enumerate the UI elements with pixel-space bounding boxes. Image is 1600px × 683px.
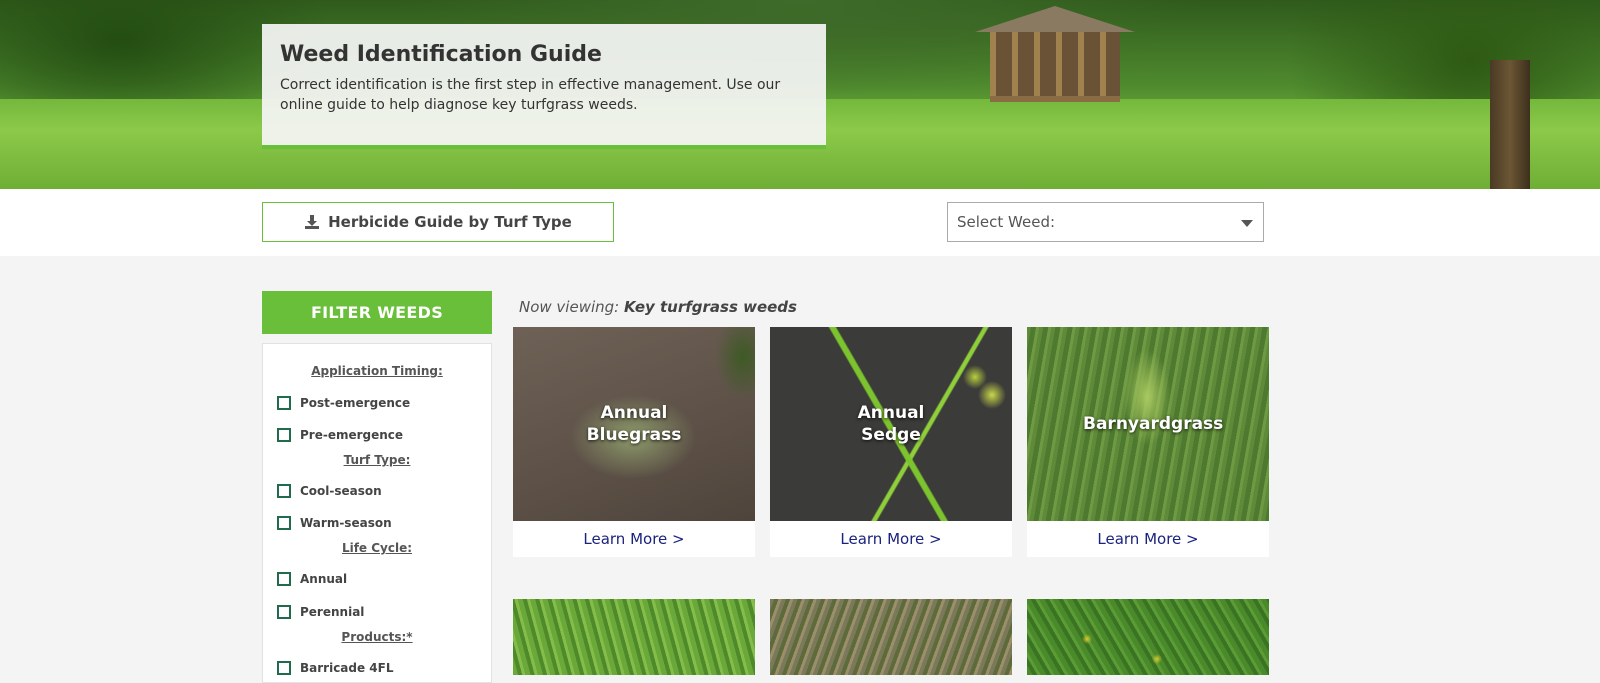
filter-option-warm-season[interactable]: Warm-season	[277, 516, 392, 530]
learn-more-link[interactable]: Learn More >	[513, 521, 755, 557]
weed-card[interactable]	[1027, 599, 1269, 675]
now-viewing-value: Key turfgrass weeds	[624, 298, 797, 316]
now-viewing-prefix: Now viewing:	[519, 298, 620, 316]
weed-card-annual-bluegrass[interactable]: Annual Bluegrass Learn More >	[513, 327, 755, 557]
select-weed-dropdown[interactable]: Select Weed:	[947, 202, 1264, 242]
weed-name: Annual Bluegrass	[586, 403, 682, 445]
page-title: Weed Identification Guide	[280, 42, 602, 67]
checkbox[interactable]	[277, 428, 291, 442]
download-icon	[305, 215, 320, 229]
chevron-down-icon	[1241, 220, 1253, 227]
weed-image[interactable]: Barnyardgrass	[1027, 327, 1269, 521]
filter-option-label: Annual	[300, 572, 348, 586]
weed-image[interactable]	[513, 599, 755, 675]
checkbox[interactable]	[277, 661, 291, 675]
filter-heading-life-cycle: Life Cycle:	[341, 541, 413, 555]
filter-option-label: Pre-emergence	[300, 428, 404, 442]
filter-option-annual[interactable]: Annual	[277, 572, 347, 586]
checkbox[interactable]	[277, 605, 291, 619]
learn-more-link[interactable]: Learn More >	[770, 521, 1012, 557]
filter-panel: Application Timing: Post-emergence Pre-e…	[262, 343, 492, 683]
hero-gazebo	[975, 6, 1135, 102]
filter-heading-application-timing: Application Timing:	[311, 364, 443, 378]
herbicide-guide-button[interactable]: Herbicide Guide by Turf Type	[262, 202, 614, 242]
hero-card: Weed Identification Guide Correct identi…	[262, 24, 826, 149]
filter-option-pre-emergence[interactable]: Pre-emergence	[277, 428, 403, 442]
weed-card-barnyardgrass[interactable]: Barnyardgrass Learn More >	[1027, 327, 1269, 557]
hero-banner: Weed Identification Guide Correct identi…	[0, 0, 1600, 189]
weed-image[interactable]	[1027, 599, 1269, 675]
checkbox[interactable]	[277, 484, 291, 498]
filter-option-label: Cool-season	[300, 484, 382, 498]
filter-option-post-emergence[interactable]: Post-emergence	[277, 396, 410, 410]
weed-image[interactable]	[770, 599, 1012, 675]
filter-option-perennial[interactable]: Perennial	[277, 605, 364, 619]
filter-option-label: Post-emergence	[300, 396, 411, 410]
weed-name: Annual Sedge	[857, 403, 925, 445]
select-weed-value: Select Weed:	[957, 213, 1056, 231]
filter-option-label: Perennial	[300, 605, 365, 619]
toolbar: Herbicide Guide by Turf Type Select Weed…	[0, 189, 1600, 256]
weed-card[interactable]	[513, 599, 755, 675]
herbicide-guide-label: Herbicide Guide by Turf Type	[328, 213, 572, 231]
learn-more-link[interactable]: Learn More >	[1027, 521, 1269, 557]
filter-weeds-header[interactable]: FILTER WEEDS	[262, 291, 492, 334]
page-description: Correct identification is the first step…	[280, 77, 781, 113]
checkbox[interactable]	[277, 572, 291, 586]
filter-option-cool-season[interactable]: Cool-season	[277, 484, 382, 498]
filter-option-barricade-4fl[interactable]: Barricade 4FL	[277, 661, 394, 675]
weed-image[interactable]: Annual Bluegrass	[513, 327, 755, 521]
weed-card[interactable]	[770, 599, 1012, 675]
filter-option-label: Barricade 4FL	[300, 661, 394, 675]
weed-name: Barnyardgrass	[1083, 414, 1224, 434]
filter-heading-products: Products:*	[341, 630, 413, 644]
filter-heading-turf-type: Turf Type:	[343, 453, 411, 467]
weed-image[interactable]: Annual Sedge	[770, 327, 1012, 521]
filter-option-label: Warm-season	[300, 516, 392, 530]
checkbox[interactable]	[277, 396, 291, 410]
now-viewing: Now viewing: Key turfgrass weeds	[519, 298, 797, 316]
hero-tree-trunk	[1490, 60, 1530, 189]
checkbox[interactable]	[277, 516, 291, 530]
weed-card-annual-sedge[interactable]: Annual Sedge Learn More >	[770, 327, 1012, 557]
